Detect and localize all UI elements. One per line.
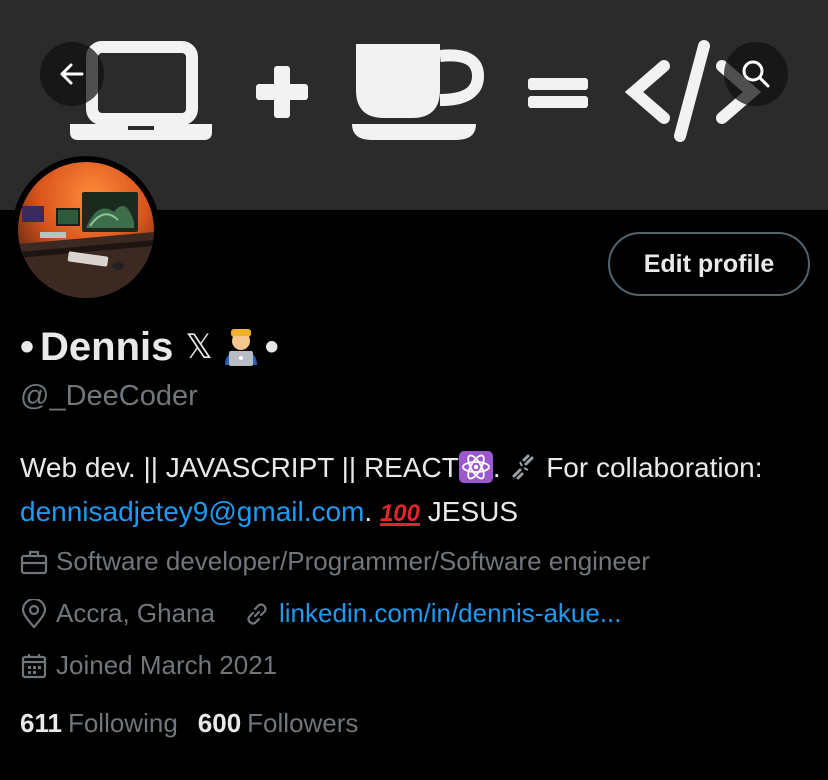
followers-label: Followers (247, 708, 359, 738)
follow-stats: 611 Following 600 Followers (20, 708, 358, 739)
bio: Web dev. || JAVASCRIPT || REACT. For col… (20, 446, 810, 536)
name-suffix: • (264, 324, 279, 369)
arrow-left-icon (60, 63, 84, 85)
atom-emoji-icon (458, 451, 493, 483)
avatar[interactable] (12, 156, 160, 304)
link-icon (247, 602, 267, 625)
name-text: Dennis (40, 324, 174, 369)
bio-text: For collaboration: (546, 452, 763, 483)
location-text: Accra, Ghana (56, 598, 215, 628)
briefcase-icon (20, 550, 48, 574)
occupation-text: Software developer/Programmer/Software e… (56, 546, 650, 576)
joined-row: Joined March 2021 (20, 650, 277, 681)
joined-text: Joined March 2021 (56, 650, 278, 680)
bio-email-link[interactable]: dennisadjetey9@gmail.com (20, 496, 364, 527)
plus-icon (256, 66, 308, 118)
website-link[interactable]: linkedin.com/in/dennis-akue... (243, 598, 622, 629)
edit-profile-button[interactable]: Edit profile (608, 232, 810, 296)
followers-count: 600 (197, 708, 242, 738)
search-icon (742, 60, 770, 88)
equals-icon (528, 78, 588, 108)
followers-link[interactable]: 600 Followers (198, 708, 359, 739)
hundred-points-emoji-icon: 100 (379, 500, 420, 527)
technologist-emoji-icon (223, 327, 259, 367)
bio-text: . (364, 496, 373, 527)
following-count: 611 (20, 708, 62, 738)
desk-setup-photo (18, 162, 154, 298)
following-link[interactable]: 611 Following (20, 708, 178, 739)
avatar-image (18, 162, 154, 298)
bio-text: Web dev. || JAVASCRIPT || REACT (20, 452, 459, 483)
location-row: Accra, Ghana linkedin.com/in/dennis-akue… (20, 598, 622, 629)
search-button[interactable] (724, 42, 788, 106)
coffee-cup-icon (352, 44, 485, 140)
calendar-icon (21, 653, 47, 678)
user-handle: @_DeeCoder (20, 380, 198, 412)
bio-text: . (492, 452, 501, 483)
location-pin-icon (21, 598, 47, 629)
website-text[interactable]: linkedin.com/in/dennis-akue... (279, 598, 622, 629)
x-logo-icon: 𝕏 (185, 328, 213, 366)
bio-text: JESUS (427, 496, 519, 527)
back-button[interactable] (40, 42, 104, 106)
name-prefix: • (20, 324, 35, 369)
broken-chain-emoji-icon (508, 451, 538, 481)
occupation-row: Software developer/Programmer/Software e… (20, 546, 650, 577)
display-name: • Dennis 𝕏 • (20, 322, 279, 372)
following-label: Following (67, 708, 178, 738)
